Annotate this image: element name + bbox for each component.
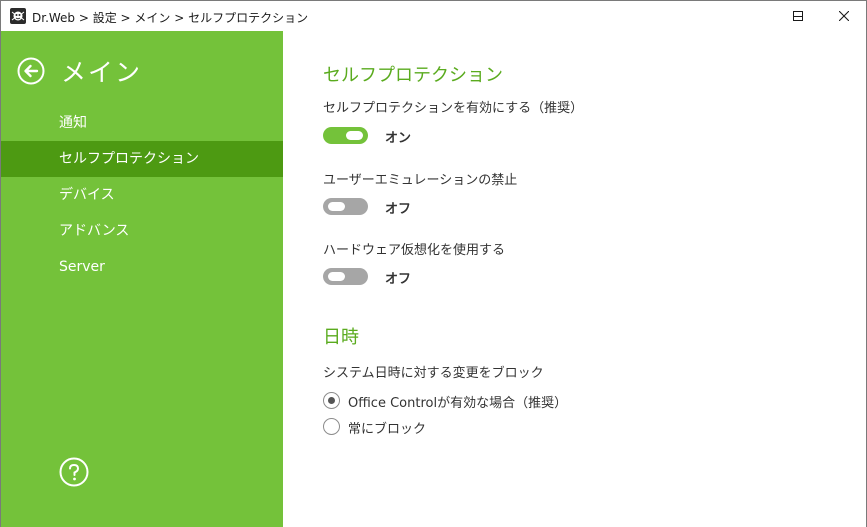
sidebar-item-label: 通知 — [59, 115, 87, 131]
toggle-state-label: オフ — [385, 202, 412, 217]
toggle-knob — [346, 131, 363, 140]
sidebar-item-self-protection[interactable]: セルフプロテクション — [1, 141, 283, 177]
toggle-knob — [328, 202, 345, 211]
radio-selected-dot — [328, 397, 335, 404]
help-icon — [59, 457, 89, 491]
title-bar: Dr.Web > 設定 > メイン > セルフプロテクション — [1, 1, 866, 31]
drweb-spider-icon — [10, 8, 26, 24]
setting-label-hardware-virtualization: ハードウェア仮想化を使用する — [323, 243, 506, 258]
back-button[interactable] — [17, 57, 45, 85]
main-content: セルフプロテクション セルフプロテクションを有効にする（推奨） オン ユーザーエ… — [283, 31, 866, 527]
setting-label-user-emulation: ユーザーエミュレーションの禁止 — [323, 173, 518, 188]
sidebar-item-label: デバイス — [59, 187, 115, 203]
setting-label-enable-self-protection: セルフプロテクションを有効にする（推奨） — [323, 101, 584, 116]
sidebar: メイン 通知 セルフプロテクション デバイス アドバンス Server — [1, 31, 283, 527]
close-icon — [839, 11, 849, 21]
sidebar-item-label: アドバンス — [59, 223, 130, 239]
app-window: Dr.Web > 設定 > メイン > セルフプロテクション メイン 通知 セル… — [0, 0, 867, 527]
window-title: Dr.Web > 設定 > メイン > セルフプロテクション — [32, 11, 309, 25]
section-title-datetime: 日時 — [323, 327, 359, 348]
radio-label-office-control: Office Controlが有効な場合（推奨） — [348, 396, 568, 411]
help-button[interactable] — [59, 457, 89, 487]
toggle-knob — [328, 272, 345, 281]
minimize-button-alt[interactable] — [729, 1, 775, 31]
sidebar-item-label: Server — [59, 259, 105, 275]
radio-office-control[interactable] — [323, 392, 340, 409]
close-button[interactable] — [821, 1, 867, 31]
toggle-state-label: オフ — [385, 272, 412, 287]
sidebar-item-notifications[interactable]: 通知 — [1, 105, 283, 141]
sidebar-item-label: セルフプロテクション — [59, 151, 199, 167]
radio-always-block[interactable] — [323, 418, 340, 435]
toggle-state-label: オン — [385, 131, 412, 146]
back-arrow-icon — [17, 57, 45, 89]
maximize-icon — [793, 11, 803, 21]
sidebar-item-advanced[interactable]: アドバンス — [1, 213, 283, 249]
maximize-button[interactable] — [775, 1, 821, 31]
sidebar-title: メイン — [61, 58, 143, 87]
radio-label-always-block: 常にブロック — [348, 422, 427, 437]
sidebar-item-server[interactable]: Server — [1, 249, 283, 285]
toggle-enable-self-protection[interactable] — [323, 127, 368, 144]
toggle-hardware-virtualization[interactable] — [323, 268, 368, 285]
toggle-user-emulation[interactable] — [323, 198, 368, 215]
sidebar-item-devices[interactable]: デバイス — [1, 177, 283, 213]
setting-label-block-datetime: システム日時に対する変更をブロック — [323, 366, 544, 381]
section-title-self-protection: セルフプロテクション — [323, 65, 503, 86]
